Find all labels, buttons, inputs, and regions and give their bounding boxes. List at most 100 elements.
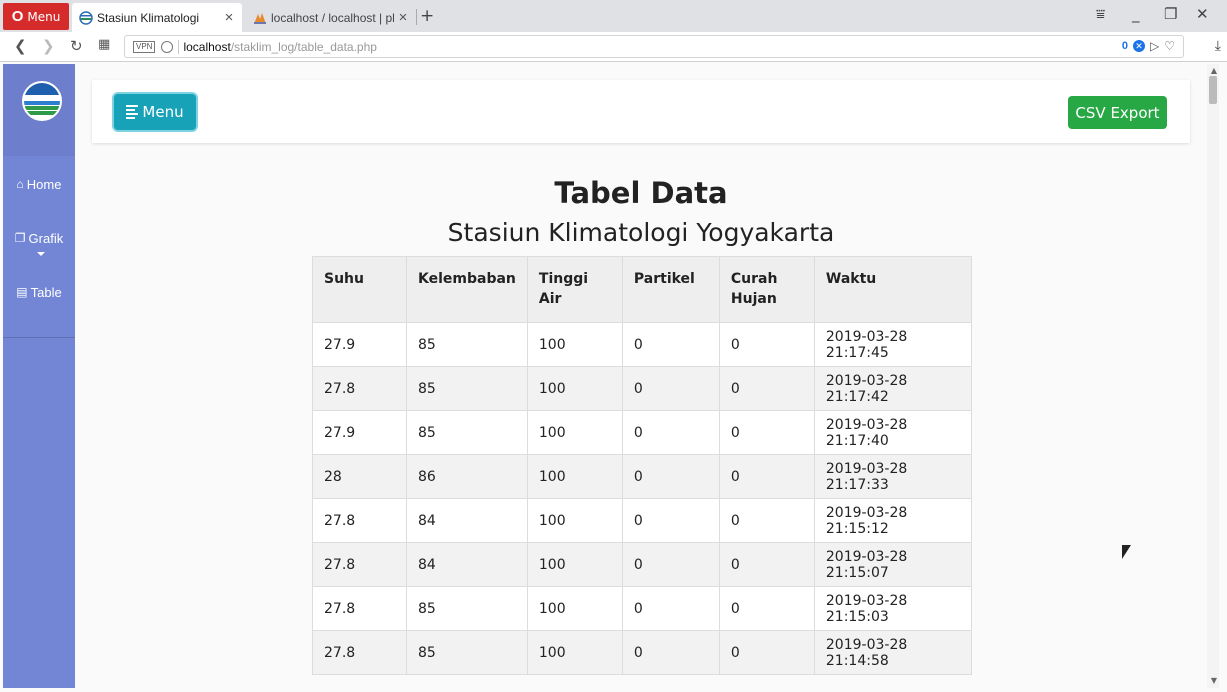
table-cell: 0 bbox=[621, 630, 720, 675]
scroll-up-icon[interactable]: ▲ bbox=[1211, 66, 1217, 75]
speed-dial-icon[interactable]: ▦ bbox=[98, 37, 110, 52]
close-window-icon[interactable]: ✕ bbox=[1196, 5, 1209, 23]
sidebar-divider bbox=[3, 337, 75, 338]
browser-menu-label: Menu bbox=[27, 9, 61, 24]
table-cell: 84 bbox=[406, 498, 528, 543]
table-cell: 0 bbox=[718, 454, 815, 499]
table-cell: 100 bbox=[526, 366, 623, 411]
tab-menu-icon[interactable]: ⩸ bbox=[1096, 5, 1105, 23]
tab-close-icon[interactable]: × bbox=[394, 9, 412, 26]
url-path: /staklim_log/table_data.php bbox=[230, 39, 377, 54]
restore-icon[interactable]: ❐ bbox=[1164, 5, 1177, 23]
table-cell: 0 bbox=[621, 410, 720, 455]
table-row: 27.9 85 100 0 0 2019-03-28 21:17:45 bbox=[312, 322, 972, 367]
browser-menu-button[interactable]: O Menu bbox=[3, 3, 69, 30]
table-cell: 85 bbox=[406, 322, 528, 367]
table-cell: 100 bbox=[526, 586, 623, 631]
url-actions: 0 ✕ ▷ ♡ bbox=[1122, 39, 1175, 53]
table-cell: 85 bbox=[406, 586, 528, 631]
new-tab-icon[interactable]: + bbox=[420, 6, 434, 26]
sidebar-item-label: Home bbox=[26, 176, 62, 192]
table-cell: 0 bbox=[718, 322, 815, 367]
sidebar-item-home[interactable]: ⌂ Home bbox=[3, 162, 75, 206]
send-icon[interactable]: ▷ bbox=[1150, 39, 1159, 53]
table-cell: 100 bbox=[526, 410, 623, 455]
table-cell: 100 bbox=[526, 322, 623, 367]
table-cell: 2019-03-28 21:17:45 bbox=[813, 322, 972, 367]
heart-icon[interactable]: ♡ bbox=[1164, 39, 1175, 53]
sidebar-toggle-button[interactable]: Menu bbox=[114, 94, 196, 130]
opera-logo-icon: O bbox=[11, 8, 24, 25]
table-cell: 2019-03-28 21:17:40 bbox=[813, 410, 972, 455]
table-cell: 2019-03-28 21:15:03 bbox=[813, 586, 972, 631]
table-cell: 86 bbox=[406, 454, 528, 499]
scroll-down-icon[interactable]: ▼ bbox=[1211, 676, 1217, 685]
adblock-icon[interactable]: ✕ bbox=[1133, 40, 1145, 52]
table-cell: 0 bbox=[621, 542, 720, 587]
sidebar-item-table[interactable]: ▤ Table bbox=[3, 270, 75, 314]
table-row: 27.8 85 100 0 0 2019-03-28 21:15:03 bbox=[312, 586, 972, 631]
adblock-count: 0 bbox=[1121, 40, 1128, 52]
chevron-down-icon[interactable] bbox=[37, 252, 45, 256]
table-cell: 2019-03-28 21:15:12 bbox=[813, 498, 972, 543]
tab-stasiun-klimatologi[interactable]: Stasiun Klimatologi × bbox=[72, 3, 242, 32]
table-cell: 0 bbox=[621, 498, 720, 543]
page-subtitle: Stasiun Klimatologi Yogyakarta bbox=[447, 218, 835, 247]
url-field[interactable]: VPN localhost /staklim_log/table_data.ph… bbox=[124, 35, 1184, 58]
table-cell: 100 bbox=[526, 630, 623, 675]
menu-button-label: Menu bbox=[142, 103, 184, 121]
bmkg-logo[interactable] bbox=[22, 81, 62, 121]
table-cell: 0 bbox=[718, 366, 815, 411]
sidebar: ⌂ Home ❐ Grafik ▤ Table bbox=[3, 64, 75, 688]
tab-divider bbox=[416, 9, 417, 25]
tab-phpmyadmin[interactable]: localhost / localhost | ph × bbox=[246, 3, 416, 32]
table-cell: 2019-03-28 21:17:42 bbox=[813, 366, 972, 411]
globe-icon bbox=[161, 40, 174, 53]
table-cell: 0 bbox=[621, 366, 720, 411]
reload-icon[interactable]: ↻ bbox=[70, 37, 83, 55]
table-cell: 85 bbox=[406, 410, 528, 455]
top-navbar: Menu CSV Export bbox=[92, 80, 1190, 143]
copy-icon: ❐ bbox=[14, 231, 26, 245]
table-cell: 0 bbox=[621, 454, 720, 499]
table-cell: 27.8 bbox=[312, 498, 407, 543]
table-cell: 0 bbox=[621, 586, 720, 631]
csv-export-button[interactable]: CSV Export bbox=[1068, 96, 1167, 129]
table-row: 27.8 85 100 0 0 2019-03-28 21:17:42 bbox=[312, 366, 972, 411]
phpmyadmin-favicon-icon bbox=[253, 11, 267, 25]
table-cell: 27.9 bbox=[312, 322, 407, 367]
table-cell: 0 bbox=[718, 630, 815, 675]
vpn-badge[interactable]: VPN bbox=[133, 40, 156, 53]
tab-close-icon[interactable]: × bbox=[220, 9, 238, 26]
table-cell: 100 bbox=[526, 498, 623, 543]
download-icon[interactable]: ⤓ bbox=[1215, 38, 1221, 54]
table-cell: 27.8 bbox=[312, 542, 407, 587]
site-favicon-icon bbox=[79, 10, 93, 25]
table-row: 27.8 84 100 0 0 2019-03-28 21:15:07 bbox=[312, 542, 972, 587]
sidebar-item-label: Grafik bbox=[28, 230, 64, 246]
url-divider bbox=[178, 39, 180, 54]
table-cell: 0 bbox=[718, 410, 815, 455]
table-cell: 100 bbox=[526, 454, 623, 499]
page-scrollbar[interactable] bbox=[1207, 64, 1219, 688]
minimize-icon[interactable]: _ bbox=[1132, 5, 1140, 23]
table-cell: 0 bbox=[718, 498, 815, 543]
briefcase-icon: ▤ bbox=[16, 285, 28, 299]
table-cell: 84 bbox=[406, 542, 528, 587]
scrollbar-thumb[interactable] bbox=[1209, 76, 1217, 104]
table-header-row: Suhu Kelembaban Tinggi Air Partikel Cura… bbox=[312, 256, 972, 323]
data-table: Suhu Kelembaban Tinggi Air Partikel Cura… bbox=[312, 256, 972, 675]
forward-icon[interactable]: ❯ bbox=[42, 37, 55, 55]
table-cell: 27.9 bbox=[312, 410, 407, 455]
table-row: 27.9 85 100 0 0 2019-03-28 21:17:40 bbox=[312, 410, 972, 455]
address-bar: ❮ ❯ ↻ ▦ VPN localhost /staklim_log/table… bbox=[0, 32, 1227, 62]
table-cell: 2019-03-28 21:14:58 bbox=[813, 630, 972, 675]
table-cell: 0 bbox=[718, 586, 815, 631]
column-header-waktu: Waktu bbox=[813, 256, 972, 323]
tab-title: Stasiun Klimatologi bbox=[97, 10, 200, 25]
sidebar-item-label: Table bbox=[30, 284, 62, 300]
column-header-tinggi-air: Tinggi Air bbox=[526, 256, 623, 323]
column-header-suhu: Suhu bbox=[312, 256, 407, 323]
tab-title: localhost / localhost | ph bbox=[271, 10, 394, 25]
back-icon[interactable]: ❮ bbox=[14, 37, 27, 55]
